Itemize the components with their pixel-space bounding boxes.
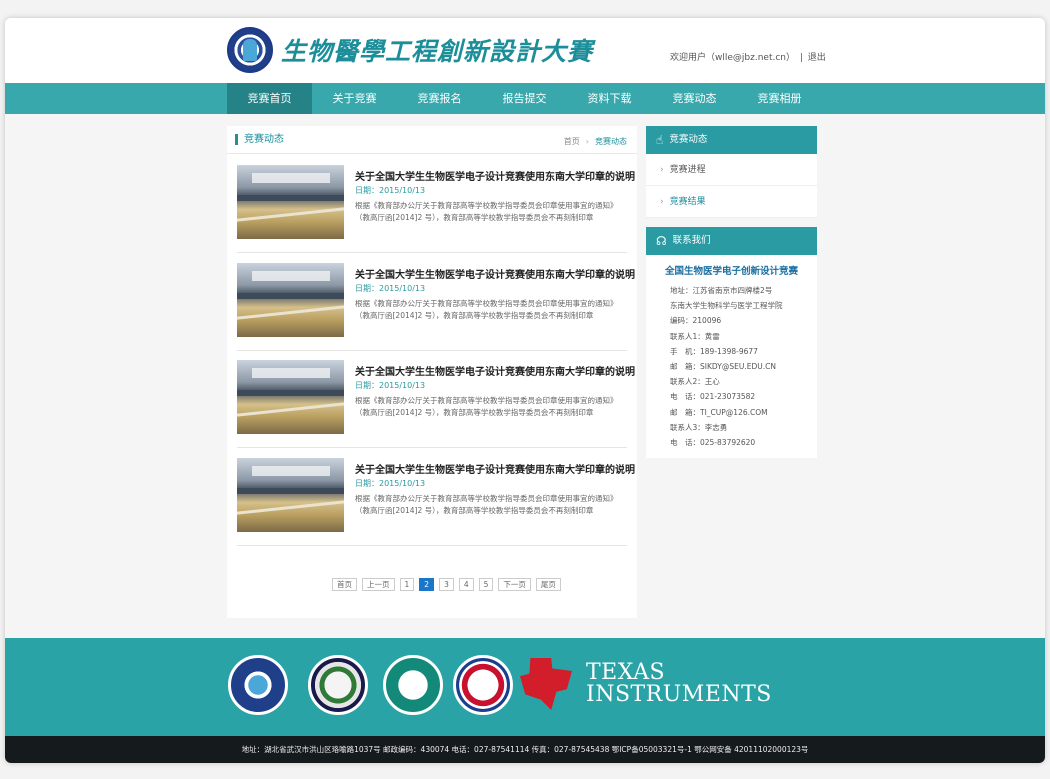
pager-page-3[interactable]: 3 [439,578,454,591]
site-header: 生物醫學工程創新設計大賽 欢迎用户（wlle@jbz.net.cn） | 退出 [5,18,1045,83]
chevron-right-icon: › [660,197,664,207]
contact-line: 地址：江苏省南京市四牌楼2号 [670,286,773,295]
article-thumbnail[interactable] [237,458,344,532]
sponsor-badge-icon[interactable] [453,655,513,715]
article-item[interactable]: 关于全国大学生生物医学电子设计竞赛使用东南大学印章的说明 日期：2015/10/… [237,351,635,448]
contact-line: 邮 箱：SIKDY@SEU.EDU.CN [670,361,776,371]
sidebar-news-box: ☝ 竞赛动态 › 竞赛进程 › 竞赛结果 [646,126,817,218]
contact-org: 全国生物医学电子创新设计竞赛 [664,266,798,277]
article-summary: 根据《教育部办公厅关于教育部高等学校教学指导委员会印章使用事宜的通知》（教高厅函… [355,201,618,222]
sponsor-badge-icon[interactable] [308,655,368,715]
pagination: 首页 上一页 1 2 3 4 5 下一页 尾页 [332,578,561,591]
nav-item-news[interactable]: 竞赛动态 [652,83,737,114]
chevron-right-icon: › [660,165,664,175]
article-item[interactable]: 关于全国大学生生物医学电子设计竞赛使用东南大学印章的说明 日期：2015/10/… [237,156,635,253]
sidebar-item-progress[interactable]: › 竞赛进程 [646,154,817,186]
sponsor-badge-icon[interactable] [228,655,288,715]
news-panel-header: 竞赛动态 首页 › 竞赛动态 [227,126,637,154]
article-item[interactable]: 关于全国大学生生物医学电子设计竞赛使用东南大学印章的说明 日期：2015/10/… [237,254,635,351]
copyright-bar: 地址：湖北省武汉市洪山区珞喻路1037号 邮政编码：430074 电话：027-… [5,736,1045,763]
article-date: 日期：2015/10/13 [355,381,426,390]
nav-item-report[interactable]: 报告提交 [482,83,567,114]
ti-line-1: TEXAS [586,660,666,685]
nav-item-home[interactable]: 竞赛首页 [227,83,312,114]
breadcrumb-home[interactable]: 首页 [564,137,580,146]
contact-line: 手 机：189-1398-9677 [670,346,758,356]
hand-pointer-icon: ☝ [656,133,664,147]
nav-item-register[interactable]: 竞赛报名 [397,83,482,114]
user-bar: 欢迎用户（wlle@jbz.net.cn） | 退出 [670,50,826,63]
article-thumbnail[interactable] [237,263,344,337]
contact-line: 联系人3：李志勇 [670,422,728,432]
ti-wordmark: TEXAS INSTRUMENTS [586,662,772,706]
contact-line: 电 话：021-23073582 [670,392,756,402]
pager-last[interactable]: 尾页 [535,578,561,591]
article-date: 日期：2015/10/13 [355,479,426,488]
article-title[interactable]: 关于全国大学生生物医学电子设计竞赛使用东南大学印章的说明 [355,363,635,378]
pager-page-1[interactable]: 1 [399,578,415,591]
breadcrumb: 首页 › 竞赛动态 [564,136,627,147]
sidebar-contact-box: ☊ 联系我们 全国生物医学电子创新设计竞赛 地址：江苏省南京市四牌楼2号 东南大… [646,227,817,459]
user-bar-separator: | [799,53,803,63]
headset-icon: ☊ [656,234,667,248]
pager-prev[interactable]: 上一页 [362,578,395,591]
article-thumbnail[interactable] [237,360,344,434]
contact-line: 东南大学生物科学与医学工程学院 [670,301,783,311]
article-summary: 根据《教育部办公厅关于教育部高等学校教学指导委员会印章使用事宜的通知》（教高厅函… [355,494,618,515]
logout-link[interactable]: 退出 [808,53,826,63]
contact-line: 联系人1：黄雷 [670,331,720,341]
logo-emblem-icon [227,27,273,73]
main-nav: 竞赛首页 关于竞赛 竞赛报名 报告提交 资料下载 竞赛动态 竞赛相册 [5,83,1045,114]
site-logo[interactable]: 生物醫學工程創新設計大賽 [227,27,593,73]
texas-instruments-logo[interactable]: TEXAS INSTRUMENTS [520,658,772,710]
news-panel-title: 竞赛动态 [235,134,284,145]
article-summary: 根据《教育部办公厅关于教育部高等学校教学指导委员会印章使用事宜的通知》（教高厅函… [355,396,618,417]
breadcrumb-arrow-icon: › [585,137,589,146]
sidebar-item-label: 竞赛结果 [669,197,706,207]
sidebar-item-results[interactable]: › 竞赛结果 [646,186,817,218]
article-thumbnail[interactable] [237,165,344,239]
article-date: 日期：2015/10/13 [355,284,426,293]
sponsor-footer: TEXAS INSTRUMENTS [5,638,1045,736]
nav-item-about[interactable]: 关于竞赛 [312,83,397,114]
contact-line: 联系人2：王心 [670,377,720,387]
contact-info: 全国生物医学电子创新设计竞赛 地址：江苏省南京市四牌楼2号 东南大学生物科学与医… [646,255,817,459]
article-item[interactable]: 关于全国大学生生物医学电子设计竞赛使用东南大学印章的说明 日期：2015/10/… [237,449,635,546]
ti-line-2: INSTRUMENTS [586,682,772,707]
sidebar: ☝ 竞赛动态 › 竞赛进程 › 竞赛结果 ☊ 联系我们 全国生物医学电子创新设计竞赛… [646,126,817,467]
sponsor-badge-icon[interactable] [383,655,443,715]
article-date: 日期：2015/10/13 [355,186,426,195]
user-greeting: 欢迎用户（wlle@jbz.net.cn） [670,53,795,63]
contact-line: 编码：210096 [670,316,722,326]
contact-line: 邮 箱：TI_CUP@126.COM [670,407,768,417]
breadcrumb-current: 竞赛动态 [595,137,627,146]
nav-item-album[interactable]: 竞赛相册 [737,83,822,114]
article-title[interactable]: 关于全国大学生生物医学电子设计竞赛使用东南大学印章的说明 [355,461,635,476]
ti-texas-mark-icon [520,658,572,710]
article-title[interactable]: 关于全国大学生生物医学电子设计竞赛使用东南大学印章的说明 [355,266,635,281]
pager-first[interactable]: 首页 [332,578,357,591]
page-frame: 生物醫學工程創新設計大賽 欢迎用户（wlle@jbz.net.cn） | 退出 … [5,18,1045,763]
pager-page-2[interactable]: 2 [419,578,435,591]
pager-page-4[interactable]: 4 [458,578,474,591]
pager-next[interactable]: 下一页 [498,578,531,591]
article-summary: 根据《教育部办公厅关于教育部高等学校教学指导委员会印章使用事宜的通知》（教高厅函… [355,299,618,320]
sidebar-news-header: ☝ 竞赛动态 [646,126,817,154]
nav-item-downloads[interactable]: 资料下载 [567,83,652,114]
pager-page-5[interactable]: 5 [478,578,494,591]
logo-text: 生物醫學工程創新設計大賽 [281,37,594,66]
contact-line: 电 话：025-83792620 [670,437,756,447]
sidebar-news-title: 竞赛动态 [669,134,708,145]
sidebar-contact-title: 联系我们 [672,235,711,246]
news-panel: 竞赛动态 首页 › 竞赛动态 关于全国大学生生物医学电子设计竞赛使用东南大学印章的说… [227,126,637,618]
article-title[interactable]: 关于全国大学生生物医学电子设计竞赛使用东南大学印章的说明 [355,168,635,183]
sidebar-item-label: 竞赛进程 [669,165,706,175]
sidebar-contact-header: ☊ 联系我们 [646,227,817,255]
